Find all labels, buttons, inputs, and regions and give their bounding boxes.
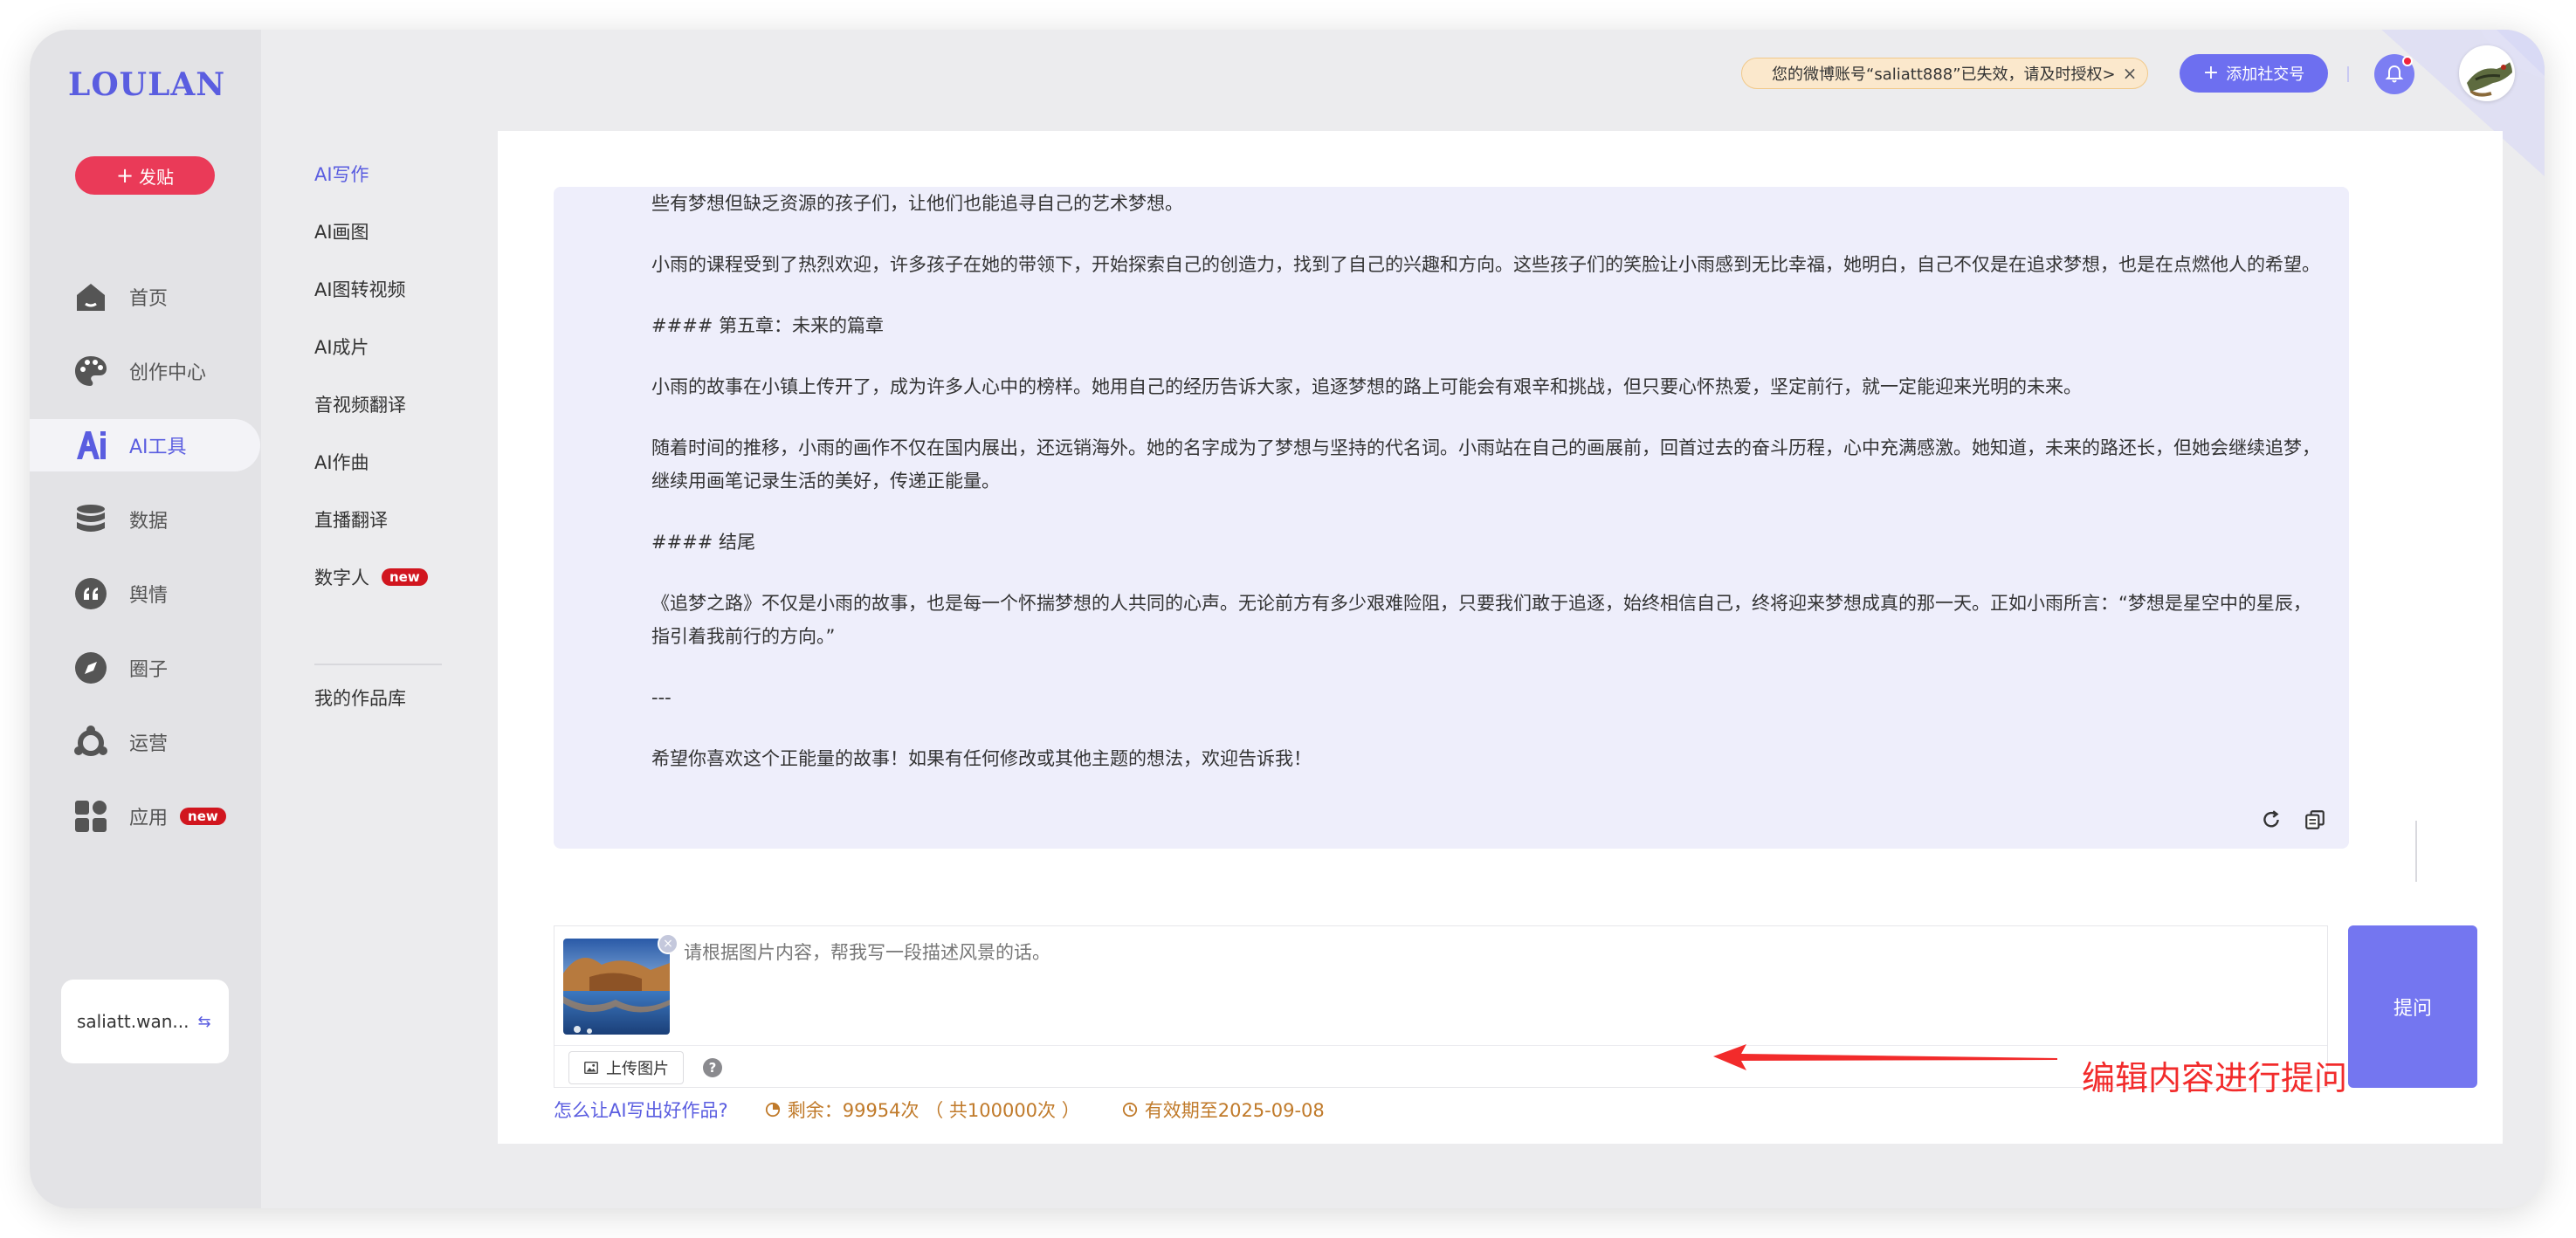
bell-icon (2385, 65, 2404, 83)
add-social-label: 添加社交号 (2226, 65, 2305, 84)
subnav-item-ai-drawing[interactable]: AI画图 (314, 218, 489, 244)
notifications-button[interactable] (2374, 54, 2414, 94)
sidebar-item-label: 运营 (129, 733, 169, 755)
main-content: 些有梦想但缺乏资源的孩子们，让他们也能追寻自己的艺术梦想。 小雨的课程受到了热烈… (498, 131, 2503, 1144)
composer-footer: 怎么让AI写出好作品? 剩余：99954次 （ 共100000次 ） 有效期至2… (554, 1097, 1325, 1123)
question-composer: × 上传图片 ? (554, 925, 2328, 1088)
sidebar-item-label: 数据 (129, 511, 169, 533)
account-switcher[interactable]: saliatt.wan... ⇆ (61, 980, 229, 1063)
subnav-item-digital-human[interactable]: 数字人 new (314, 564, 489, 590)
upload-image-button[interactable]: 上传图片 (568, 1051, 684, 1084)
unread-dot (2402, 56, 2413, 66)
copy-icon[interactable] (2304, 808, 2326, 831)
landscape-image (563, 939, 670, 1035)
answer-heading: #### 结尾 (651, 532, 756, 553)
sidebar-item-home[interactable]: 首页 (30, 271, 261, 323)
submit-question-button[interactable]: 提问 (2348, 925, 2477, 1088)
subnav-item-image-to-video[interactable]: AI图转视频 (314, 276, 489, 302)
refresh-icon[interactable] (2260, 808, 2283, 831)
quote-icon (73, 576, 108, 611)
question-input[interactable] (684, 935, 2290, 970)
subnav-item-ai-writing[interactable]: AI写作 (314, 161, 489, 187)
home-icon (73, 279, 108, 314)
answer-paragraph: 希望你喜欢这个正能量的故事！如果有任何修改或其他主题的想法，欢迎告诉我！ (651, 748, 1312, 769)
swap-icon[interactable]: ⇆ (197, 1013, 210, 1031)
help-icon[interactable]: ? (703, 1058, 722, 1077)
hub-icon (73, 725, 108, 760)
composer-toolbar: 上传图片 ? (554, 1045, 2327, 1089)
sidebar-item-creation-center[interactable]: 创作中心 (30, 345, 261, 397)
subnav-item-my-library[interactable]: 我的作品库 (314, 684, 489, 711)
sidebar-item-public-opinion[interactable]: 舆情 (30, 567, 261, 620)
sidebar-item-circle[interactable]: 圈子 (30, 642, 261, 694)
upload-image-label: 上传图片 (606, 1060, 669, 1078)
sidebar-item-label: 创作中心 (129, 362, 207, 384)
annotation-label: 编辑内容进行提问 (2082, 1059, 2348, 1097)
uploaded-image-thumbnail[interactable] (563, 939, 670, 1035)
sidebar-item-data[interactable]: 数据 (30, 493, 261, 546)
sidebar-item-label: 首页 (129, 288, 169, 310)
answer-paragraph: 随着时间的推移，小雨的画作不仅在国内展出，还远销海外。她的名字成为了梦想与坚持的… (651, 437, 2320, 492)
clock-icon (1122, 1102, 1137, 1118)
quota-info: 剩余：99954次 （ 共100000次 ） (765, 1097, 1080, 1123)
new-badge: new (382, 568, 428, 586)
ai-answer-panel: 些有梦想但缺乏资源的孩子们，让他们也能追寻自己的艺术梦想。 小雨的课程受到了热烈… (554, 187, 2349, 849)
plus-icon: + (115, 163, 134, 188)
new-badge: new (180, 808, 226, 825)
answer-separator: --- (651, 687, 672, 708)
composer-input-area: × (554, 926, 2327, 1045)
scrollbar-track[interactable] (2415, 821, 2417, 882)
answer-paragraph: 小雨的课程受到了热烈欢迎，许多孩子在她的带领下，开始探索自己的创造力，找到了自己… (651, 254, 2320, 275)
expiry-info: 有效期至2025-09-08 (1122, 1097, 1325, 1123)
remove-image-icon[interactable]: × (658, 933, 678, 954)
plus-icon: + (2202, 62, 2220, 84)
palette-icon (73, 354, 108, 389)
apps-icon (73, 799, 108, 834)
answer-heading: #### 第五章：未来的篇章 (651, 315, 885, 336)
subnav-divider (314, 664, 442, 665)
alert-text: 您的微博账号“saliatt888”已失效，请及时授权> (1772, 65, 2116, 84)
database-icon (73, 502, 108, 537)
sidebar-item-label: 舆情 (129, 585, 169, 607)
sidebar-item-label: AI工具 (129, 437, 187, 458)
sidebar-item-apps[interactable]: 应用 new (30, 790, 261, 843)
avatar[interactable] (2459, 45, 2515, 101)
subnav-item-ai-composing[interactable]: AI作曲 (314, 449, 489, 475)
answer-toolbar (2260, 808, 2326, 831)
subnav-item-label: 数字人 (314, 567, 369, 588)
sidebar-item-label: 应用 (129, 808, 169, 829)
answer-paragraph: 小雨的故事在小镇上传开了，成为许多人心中的榜样。她用自己的经历告诉大家，追逐梦想… (651, 376, 2082, 397)
auth-expired-alert[interactable]: 您的微博账号“saliatt888”已失效，请及时授权> × (1741, 58, 2148, 89)
sidebar-item-operations[interactable]: 运营 (30, 716, 261, 768)
pie-chart-icon (765, 1102, 780, 1118)
ai-icon (73, 428, 108, 463)
dragon-avatar-icon (2462, 48, 2512, 99)
answer-paragraph: 《追梦之路》不仅是小雨的故事，也是每一个怀揣梦想的人共同的心声。无论前方有多少艰… (651, 593, 2311, 647)
topbar-divider (2347, 66, 2349, 82)
post-button[interactable]: + 发贴 (75, 156, 215, 195)
annotation-arrow-icon (1713, 1044, 2057, 1070)
answer-paragraph: 些有梦想但缺乏资源的孩子们，让他们也能追寻自己的艺术梦想。 (651, 193, 1183, 214)
close-icon[interactable]: × (2123, 63, 2138, 84)
subnav-item-av-translation[interactable]: 音视频翻译 (314, 391, 489, 417)
account-name: saliatt.wan... (77, 1011, 189, 1032)
expiry-text: 有效期至2025-09-08 (1144, 1100, 1325, 1121)
writing-tips-link[interactable]: 怎么让AI写出好作品? (554, 1097, 728, 1123)
compass-icon (73, 650, 108, 685)
image-icon (584, 1061, 598, 1075)
subnav-item-live-translation[interactable]: 直播翻译 (314, 506, 489, 533)
subnav-item-ai-film[interactable]: AI成片 (314, 334, 489, 360)
post-button-label: 发贴 (139, 166, 175, 188)
app-window: LOULAN + 发贴 首页 创作中心 AI工具 数据 舆情 圈子 运营 应用 … (30, 30, 2545, 1208)
sidebar-item-ai-tools[interactable]: AI工具 (30, 419, 260, 471)
quota-text: 剩余：99954次 （ 共100000次 ） (787, 1100, 1080, 1121)
answer-text: 些有梦想但缺乏资源的孩子们，让他们也能追寻自己的艺术梦想。 小雨的课程受到了热烈… (651, 187, 2328, 803)
add-social-account-button[interactable]: + 添加社交号 (2180, 54, 2328, 93)
brand-logo[interactable]: LOULAN (68, 66, 225, 103)
sidebar-item-label: 圈子 (129, 659, 169, 681)
